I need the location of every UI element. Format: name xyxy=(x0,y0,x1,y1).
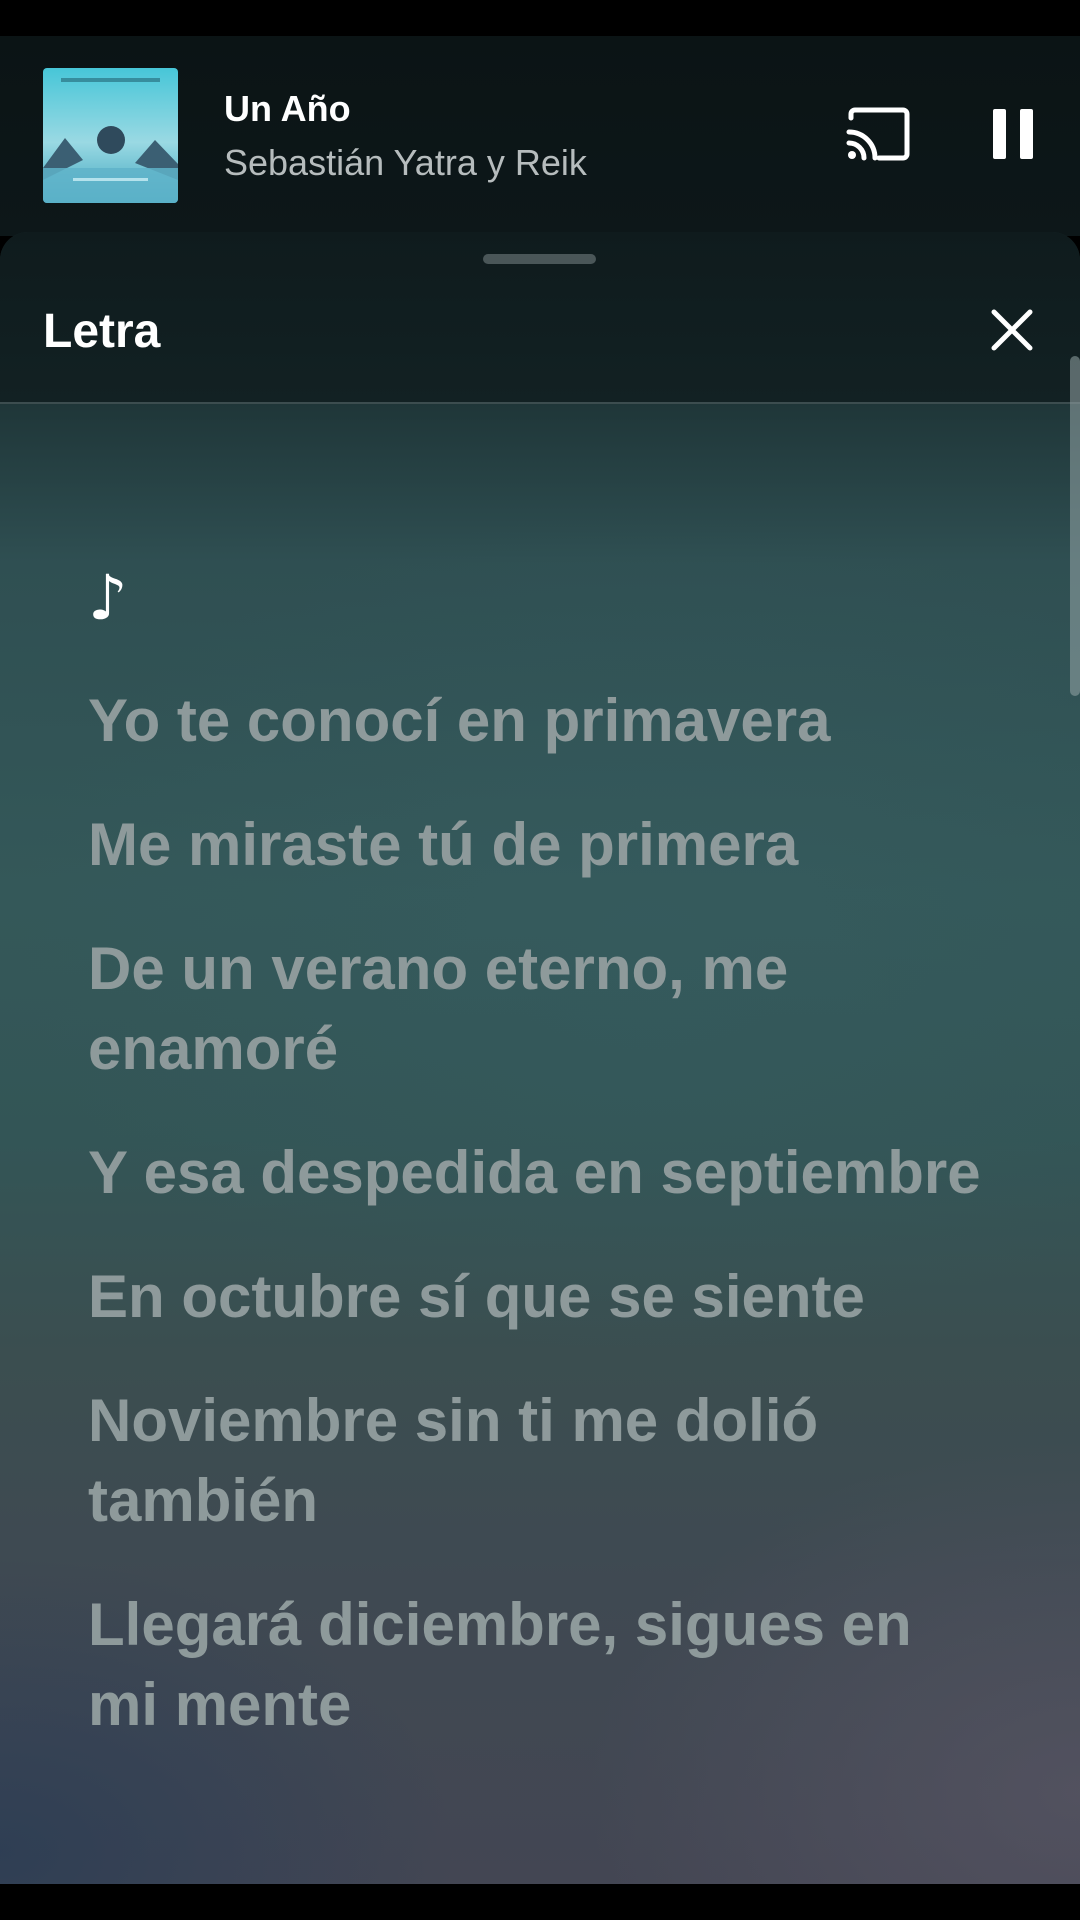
lyric-line[interactable]: Me miraste tú de primera xyxy=(88,805,988,885)
pause-icon xyxy=(991,107,1035,166)
scrollbar[interactable] xyxy=(1070,356,1080,696)
lyric-line[interactable]: Noviembre sin ti me dolió también xyxy=(88,1381,988,1541)
navigation-bar xyxy=(0,1884,1080,1920)
lyric-line[interactable]: Y esa despedida en septiembre xyxy=(88,1133,988,1213)
lyric-line[interactable]: Yo te conocí en primavera xyxy=(88,681,988,761)
track-artist: Sebastián Yatra y Reik xyxy=(224,142,587,183)
pause-button[interactable] xyxy=(978,104,1048,168)
lyrics-list: ♪ Yo te conocí en primavera Me miraste t… xyxy=(88,567,988,1789)
lyrics-header: Letra xyxy=(0,232,1080,404)
lyric-line[interactable]: De un verano eterno, me enamoré xyxy=(88,929,988,1089)
lyrics-title: Letra xyxy=(43,305,161,358)
cast-button[interactable] xyxy=(840,104,916,168)
lyric-line[interactable]: En octubre sí que se siente xyxy=(88,1257,988,1337)
mini-player[interactable]: Un Año Sebastián Yatra y Reik xyxy=(0,36,1080,236)
screen: Un Año Sebastián Yatra y Reik Letra ♪ Yo… xyxy=(0,0,1080,1920)
track-title: Un Año xyxy=(224,88,351,129)
drag-handle[interactable] xyxy=(483,254,596,264)
lyric-line[interactable]: Llegará diciembre, sigues en mi mente xyxy=(88,1585,988,1745)
music-note-icon: ♪ xyxy=(88,561,128,634)
close-button[interactable] xyxy=(980,300,1044,364)
album-art[interactable] xyxy=(43,68,178,203)
close-icon xyxy=(990,308,1034,357)
status-bar xyxy=(0,0,1080,36)
lyrics-sheet: Letra ♪ Yo te conocí en primavera Me mir… xyxy=(0,232,1080,1884)
cast-icon xyxy=(845,106,911,167)
